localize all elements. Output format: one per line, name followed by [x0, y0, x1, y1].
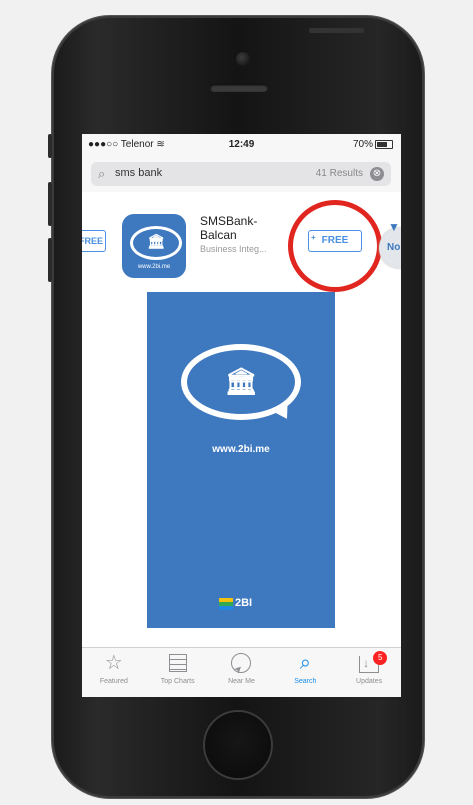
bank-icon: 🏛 [147, 233, 165, 249]
tab-search[interactable]: ⌕ Search [273, 648, 337, 697]
chevron-down-icon: ▼ [388, 220, 400, 234]
front-camera [236, 52, 250, 66]
tab-near-me[interactable]: Near Me [210, 648, 274, 697]
location-icon [231, 653, 252, 673]
app-screenshot[interactable]: 🏛 www.2bi.me 2BI [147, 292, 335, 628]
list-icon [168, 654, 187, 672]
tab-featured[interactable]: ☆ Featured [82, 648, 146, 697]
search-icon: ⌕ [98, 166, 106, 181]
volume-up-button [48, 182, 52, 226]
volume-down-button [48, 238, 52, 282]
search-input[interactable]: ⌕ sms bank 41 Results ⊗ [91, 162, 391, 186]
tab-label: Featured [99, 678, 128, 685]
app-name[interactable]: SMSBank- Balcan [200, 214, 286, 242]
home-button[interactable] [205, 712, 271, 778]
2bi-logo-mark [219, 598, 233, 610]
earpiece-speaker [210, 84, 268, 92]
bank-icon: 🏛 [224, 366, 258, 396]
tab-label: Top Charts [160, 678, 195, 685]
highlight-circle [288, 200, 382, 292]
tab-top-charts[interactable]: Top Charts [146, 648, 210, 697]
screenshot-url: www.2bi.me [212, 444, 270, 455]
clear-icon[interactable]: ⊗ [370, 167, 384, 181]
2bi-logo: 2BI [219, 596, 259, 612]
phone-screen: ●●●○○ Telenor ≋ 12:49 70% ⌕ sms bank 41 … [82, 134, 401, 697]
speech-bubble-icon: 🏛 [130, 226, 182, 260]
app-icon-url: www.2bi.me [137, 264, 171, 270]
search-icon: ⌕ [299, 652, 311, 674]
battery-indicator: 70% [353, 139, 393, 150]
app-icon[interactable]: 🏛 www.2bi.me [122, 214, 186, 278]
tab-label: Updates [356, 678, 383, 685]
next-app-card[interactable]: No [379, 228, 401, 268]
previous-app-free-button[interactable]: FREE [82, 230, 106, 252]
tab-label: Search [294, 678, 317, 685]
status-bar: ●●●○○ Telenor ≋ 12:49 70% [82, 134, 401, 156]
tab-bar: ☆ Featured Top Charts Near Me ⌕ Search 5… [82, 648, 401, 697]
next-app-label: No [387, 242, 401, 253]
tab-updates[interactable]: 5 Updates [337, 648, 401, 697]
app-category: Business Integ... [200, 244, 267, 254]
power-button [309, 28, 364, 33]
battery-icon [375, 139, 393, 149]
2bi-logo-text: 2BI [235, 597, 253, 609]
search-query: sms bank [115, 167, 163, 179]
results-count: 41 Results [315, 168, 363, 179]
mute-switch [48, 134, 52, 158]
search-header: ⌕ sms bank 41 Results ⊗ [82, 156, 401, 193]
star-icon: ☆ [104, 652, 123, 674]
search-results: FREE 🏛 www.2bi.me SMSBank- Balcan Busine… [82, 192, 401, 647]
